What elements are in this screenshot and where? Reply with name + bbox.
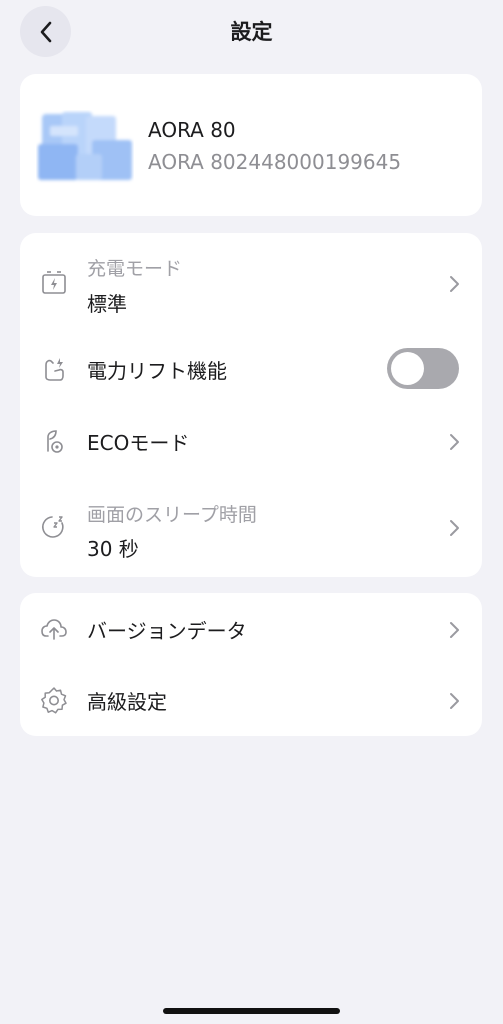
power-lift-label: 電力リフト機能 bbox=[87, 359, 227, 383]
power-lift-icon bbox=[45, 358, 64, 381]
charge-mode-value: 標準 bbox=[87, 292, 127, 316]
eco-mode-label: ECOモード bbox=[87, 431, 190, 455]
sleep-time-row[interactable]: 画面のスリープ時間 30 秒 bbox=[20, 477, 482, 577]
version-data-label: バージョンデータ bbox=[87, 619, 247, 643]
chevron-right-icon bbox=[450, 622, 459, 638]
settings-card: 充電モード 標準 電力リフト機能 ECOモード 画面のスリープ時間 30 秒 bbox=[20, 233, 482, 577]
advanced-settings-label: 高級設定 bbox=[87, 690, 167, 714]
device-serial: AORA 802448000199645 bbox=[148, 150, 402, 174]
sleep-time-value: 30 秒 bbox=[87, 537, 139, 561]
device-image bbox=[38, 112, 132, 180]
settings-screen: 設定 AORA 80 AORA 802448000199645 充電モード 標準… bbox=[0, 0, 503, 1024]
toggle-knob bbox=[391, 352, 424, 385]
charge-mode-label: 充電モード bbox=[87, 258, 183, 280]
version-data-row[interactable]: バージョンデータ bbox=[20, 593, 482, 665]
more-card: バージョンデータ 高級設定 bbox=[20, 593, 482, 736]
eco-leaf-icon bbox=[47, 430, 63, 453]
gear-icon bbox=[41, 687, 67, 714]
sleep-time-label: 画面のスリープ時間 bbox=[87, 504, 257, 526]
sleep-timer-icon bbox=[42, 516, 64, 538]
battery-charge-icon bbox=[42, 271, 66, 294]
eco-mode-row[interactable]: ECOモード bbox=[20, 405, 482, 477]
device-card[interactable]: AORA 80 AORA 802448000199645 bbox=[20, 74, 482, 216]
home-indicator[interactable] bbox=[163, 1008, 340, 1014]
chevron-right-icon bbox=[450, 434, 459, 450]
advanced-settings-row[interactable]: 高級設定 bbox=[20, 665, 482, 736]
cloud-upload-icon bbox=[41, 619, 67, 640]
page-title: 設定 bbox=[230, 20, 273, 44]
chevron-right-icon bbox=[450, 693, 459, 709]
power-lift-toggle[interactable] bbox=[387, 348, 459, 389]
device-name: AORA 80 bbox=[148, 118, 236, 142]
chevron-right-icon bbox=[450, 276, 459, 292]
charge-mode-row[interactable]: 充電モード 標準 bbox=[20, 233, 482, 333]
chevron-right-icon bbox=[450, 520, 459, 536]
